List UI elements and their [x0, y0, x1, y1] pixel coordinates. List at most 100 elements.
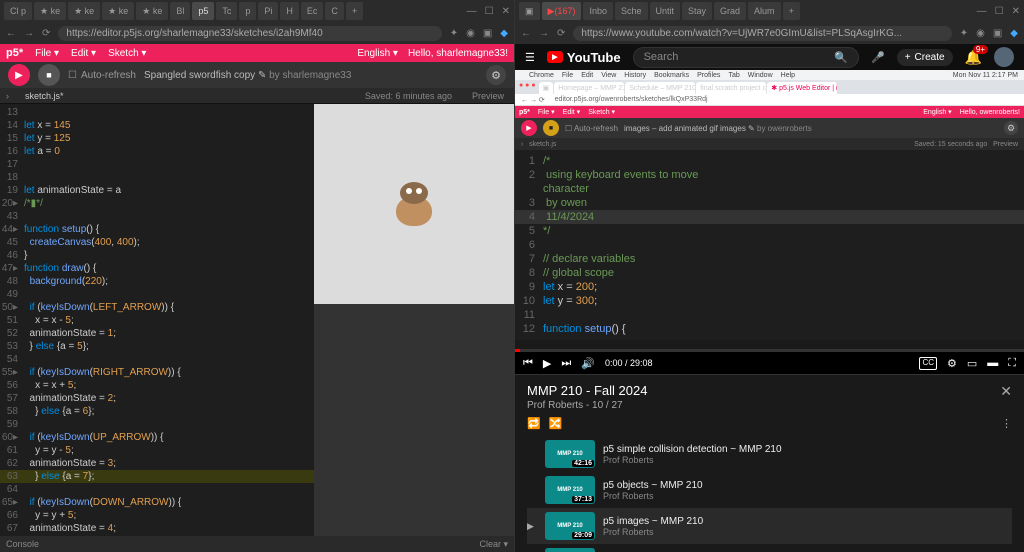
- stop-button[interactable]: ■: [38, 64, 60, 86]
- browser-tab[interactable]: ▶ (167): [542, 2, 582, 20]
- theater-icon[interactable]: ▬: [987, 357, 998, 370]
- inner-tab: final scratch project copy co… ✕: [696, 82, 766, 94]
- reload-icon[interactable]: ⟳: [557, 28, 565, 39]
- clear-button[interactable]: Clear ▾: [479, 539, 508, 550]
- extension-icon[interactable]: ◉: [466, 28, 475, 39]
- more-icon[interactable]: ⋮: [1001, 417, 1012, 430]
- search-input[interactable]: Search🔍: [633, 47, 859, 68]
- playlist-item[interactable]: ▶ MMP 21029:09 p5 images ~ MMP 210Prof R…: [527, 508, 1012, 544]
- browser-tab[interactable]: Bl: [170, 2, 190, 20]
- playlist-meta: Prof Roberts - 10 / 27: [527, 400, 1012, 411]
- video-progress[interactable]: [515, 349, 1024, 352]
- next-icon[interactable]: ⏭: [561, 357, 571, 370]
- sketch-name[interactable]: Spangled swordfish copy ✎ by sharlemagne…: [144, 70, 351, 81]
- loop-icon[interactable]: 🔁: [527, 417, 541, 430]
- playlist-item[interactable]: MMP 21037:13 p5 objects ~ MMP 210Prof Ro…: [527, 472, 1012, 508]
- browser-tab[interactable]: Sche: [615, 2, 648, 20]
- volume-icon[interactable]: 🔊: [581, 357, 595, 370]
- browser-tab[interactable]: Pi: [258, 2, 278, 20]
- address-bar[interactable]: https://editor.p5js.org/sharlemagne33/sk…: [58, 26, 441, 41]
- gear-icon[interactable]: ⚙: [486, 65, 506, 85]
- playlist-thumb: MMP 210: [545, 548, 595, 552]
- browser-tab[interactable]: Grad: [714, 2, 746, 20]
- inner-tab: ✱ p5.js Web Editor | images … ✕: [767, 82, 837, 94]
- browser-tab[interactable]: H: [280, 2, 299, 20]
- file-tab[interactable]: sketch.js*: [15, 91, 74, 101]
- extension-icon[interactable]: ◉: [976, 28, 985, 39]
- auto-refresh-toggle[interactable]: ☐Auto-refresh: [68, 70, 136, 81]
- hamburger-icon[interactable]: ☰: [525, 51, 535, 64]
- user-greeting[interactable]: Hello, sharlemagne33!: [408, 48, 508, 59]
- menu-edit[interactable]: Edit ▾: [71, 48, 96, 59]
- language-select[interactable]: English ▾: [357, 48, 398, 59]
- menu-file[interactable]: File ▾: [35, 48, 59, 59]
- fullscreen-icon[interactable]: ⛶: [1008, 357, 1016, 370]
- browser-tab[interactable]: ★ ke: [68, 2, 100, 20]
- captions-icon[interactable]: CC: [919, 357, 937, 370]
- back-icon[interactable]: ←: [521, 28, 531, 39]
- sprite-character: [392, 182, 436, 226]
- browser-tab[interactable]: ★ ke: [102, 2, 134, 20]
- reload-icon[interactable]: ⟳: [42, 28, 50, 39]
- maximize-icon[interactable]: ☐: [995, 6, 1004, 17]
- youtube-header: ☰ ▶YouTube Search🔍 🎤 + Create 🔔9+: [515, 44, 1024, 70]
- inner-tab: ▣: [539, 82, 554, 94]
- browser-tab[interactable]: ★ ke: [34, 2, 66, 20]
- playlist-thumb: MMP 21029:09: [545, 512, 595, 540]
- console-bar[interactable]: Console Clear ▾: [0, 536, 514, 552]
- browser-tab[interactable]: ▣: [519, 2, 540, 20]
- close-icon[interactable]: ✕: [1012, 6, 1020, 17]
- browser-tab[interactable]: ★ ke: [136, 2, 168, 20]
- shuffle-icon[interactable]: 🔀: [549, 417, 563, 430]
- forward-icon[interactable]: →: [539, 28, 549, 39]
- left-browser-window: Cl p ★ ke ★ ke ★ ke ★ ke Bl p5 Tc p Pi H…: [0, 0, 515, 552]
- now-playing-icon: ▶: [527, 521, 537, 532]
- browser-tab[interactable]: Inbo: [583, 2, 613, 20]
- browser-tab[interactable]: p: [239, 2, 256, 20]
- extension-icon[interactable]: ▣: [993, 28, 1002, 39]
- playlist-panel: ✕ MMP 210 - Fall 2024 Prof Roberts - 10 …: [515, 374, 1024, 552]
- browser-tab[interactable]: Untit: [650, 2, 681, 20]
- notifications-icon[interactable]: 🔔9+: [965, 49, 982, 66]
- close-icon[interactable]: ✕: [1000, 383, 1012, 400]
- browser-tab[interactable]: Cl p: [4, 2, 32, 20]
- play-button[interactable]: ▶: [8, 64, 30, 86]
- new-tab-button[interactable]: +: [346, 2, 363, 20]
- code-editor[interactable]: 13 14let x = 145 15let y = 125 16let a =…: [0, 104, 314, 536]
- back-icon[interactable]: ←: [6, 28, 16, 39]
- miniplayer-icon[interactable]: ▭: [967, 357, 977, 370]
- prev-icon[interactable]: ⏮: [523, 357, 533, 370]
- video-time: 0:00 / 29:08: [605, 358, 653, 368]
- extension-icon[interactable]: ▣: [483, 28, 492, 39]
- settings-icon[interactable]: ⚙: [947, 357, 957, 370]
- youtube-logo[interactable]: ▶YouTube: [547, 50, 621, 65]
- minimize-icon[interactable]: —: [467, 6, 477, 17]
- search-icon[interactable]: 🔍: [834, 51, 848, 64]
- extension-icon[interactable]: ◆: [500, 28, 508, 39]
- expand-sidebar-icon[interactable]: ›: [0, 91, 15, 101]
- playlist-item[interactable]: MMP 21042:16 p5 simple collision detecti…: [527, 436, 1012, 472]
- playlist-item[interactable]: MMP 210 Keyboard events ~ MMP 210: [527, 544, 1012, 552]
- extension-icon[interactable]: ◆: [1010, 28, 1018, 39]
- forward-icon[interactable]: →: [24, 28, 34, 39]
- browser-tab[interactable]: Ec: [301, 2, 324, 20]
- voice-search-icon[interactable]: 🎤: [871, 51, 885, 64]
- close-icon[interactable]: ✕: [502, 6, 510, 17]
- browser-tab[interactable]: Stay: [682, 2, 712, 20]
- address-bar[interactable]: https://www.youtube.com/watch?v=UjWR7e0G…: [573, 26, 951, 41]
- menu-sketch[interactable]: Sketch ▾: [108, 48, 146, 59]
- new-tab-button[interactable]: +: [783, 2, 800, 20]
- browser-tab[interactable]: Alum: [748, 2, 781, 20]
- play-icon[interactable]: ▶: [543, 357, 551, 370]
- browser-tab[interactable]: Tc: [216, 2, 237, 20]
- extension-icon[interactable]: ✦: [960, 28, 968, 39]
- inner-tab: Schedule – MMP 210 Spring… ✕: [625, 82, 695, 94]
- video-content[interactable]: ChromeFileEditViewHistoryBookmarksProfil…: [515, 70, 1024, 349]
- browser-tab[interactable]: p5: [192, 2, 214, 20]
- maximize-icon[interactable]: ☐: [485, 6, 494, 17]
- extension-icon[interactable]: ✦: [450, 28, 458, 39]
- browser-tab[interactable]: C: [325, 2, 344, 20]
- avatar[interactable]: [994, 47, 1014, 67]
- create-button[interactable]: + Create: [897, 49, 953, 66]
- minimize-icon[interactable]: —: [977, 6, 987, 17]
